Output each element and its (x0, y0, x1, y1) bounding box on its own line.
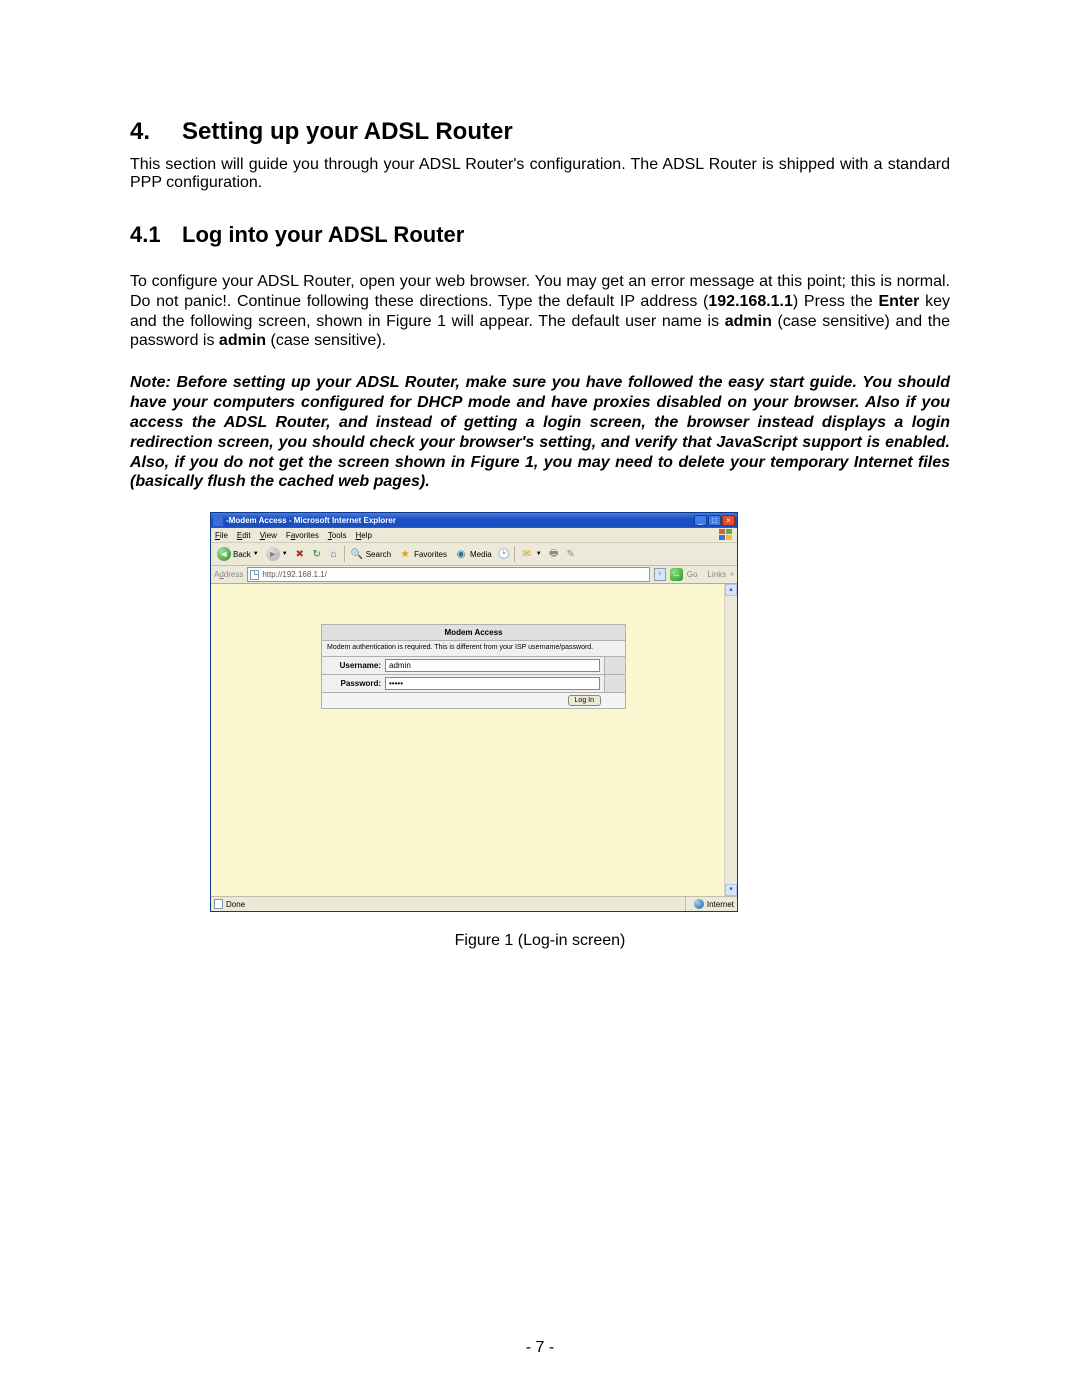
scroll-down-icon[interactable]: ▾ (725, 884, 737, 896)
scroll-up-icon[interactable]: ▴ (725, 584, 737, 596)
username-input[interactable]: admin (385, 659, 600, 672)
history-icon[interactable]: 🕑 (497, 547, 511, 561)
chevron-down-icon: ▼ (253, 551, 259, 557)
mail-button[interactable]: ✉▼ (518, 546, 544, 562)
password-input[interactable]: ••••• (385, 677, 600, 690)
go-button[interactable]: → (670, 568, 683, 581)
note-text: Note: Before setting up your ADSL Router… (130, 373, 950, 492)
forward-button[interactable]: ► ▼ (264, 546, 290, 562)
back-icon: ◄ (217, 547, 231, 561)
refresh-icon[interactable]: ↻ (310, 547, 324, 561)
menu-file[interactable]: File (215, 531, 228, 540)
app-icon (213, 516, 223, 526)
address-dropdown[interactable]: v (654, 568, 666, 581)
forward-icon: ► (266, 547, 280, 561)
menubar: File Edit View Favorites Tools Help (211, 528, 737, 543)
login-header: Modem Access (321, 624, 626, 641)
links-label[interactable]: Links (707, 570, 726, 579)
stop-icon[interactable]: ✖ (293, 547, 307, 561)
print-icon[interactable]: 🖶 (547, 547, 561, 561)
windows-logo-icon (719, 529, 733, 541)
chevron-down-icon: ▼ (282, 551, 288, 557)
intro-text: This section will guide you through your… (130, 156, 950, 192)
menu-help[interactable]: Help (356, 531, 372, 540)
star-icon: ★ (398, 547, 412, 561)
page-number: - 7 - (0, 1339, 1080, 1357)
home-icon[interactable]: ⌂ (327, 547, 341, 561)
favorites-button[interactable]: ★Favorites (396, 546, 449, 562)
media-button[interactable]: ◉Media (452, 546, 494, 562)
page-icon (214, 899, 223, 909)
search-button[interactable]: 🔍Search (348, 546, 393, 562)
window-title: -Modem Access - Microsoft Internet Explo… (226, 516, 694, 525)
menu-edit[interactable]: Edit (237, 531, 251, 540)
username-label: Username: (322, 658, 385, 673)
address-bar: Address http://192.168.1.1/ v → Go Links… (211, 566, 737, 584)
titlebar: -Modem Access - Microsoft Internet Explo… (211, 513, 737, 528)
menu-tools[interactable]: Tools (328, 531, 347, 540)
figure-caption: Figure 1 (Log-in screen) (130, 932, 950, 950)
statusbar: Done Internet (211, 896, 737, 911)
menu-view[interactable]: View (260, 531, 277, 540)
media-icon: ◉ (454, 547, 468, 561)
mail-icon: ✉ (520, 547, 534, 561)
edit-icon[interactable]: ✎ (564, 547, 578, 561)
scrollbar[interactable]: ▴ ▾ (724, 584, 737, 896)
search-icon: 🔍 (350, 547, 364, 561)
go-label: Go (687, 570, 698, 579)
page-icon (250, 570, 259, 580)
section-number: 4. (130, 118, 182, 146)
close-button[interactable]: × (722, 515, 735, 526)
password-label: Password: (322, 676, 385, 691)
page-content: ▴ ▾ Modem Access Modem authentication is… (211, 584, 737, 896)
login-button[interactable]: Log In (568, 695, 601, 706)
subsection-title: Log into your ADSL Router (182, 222, 464, 248)
browser-window: -Modem Access - Microsoft Internet Explo… (210, 512, 738, 912)
login-message: Modem authentication is required. This i… (321, 641, 626, 656)
login-form: Modem Access Modem authentication is req… (321, 624, 626, 708)
toolbar: ◄ Back ▼ ► ▼ ✖ ↻ ⌂ 🔍Search ★Favorites ◉M… (211, 543, 737, 566)
globe-icon (694, 899, 704, 909)
subsection-number: 4.1 (130, 222, 182, 248)
chevron-down-icon: ▼ (536, 551, 542, 557)
zone-text: Internet (707, 900, 734, 909)
address-label: Address (214, 570, 243, 579)
menu-favorites[interactable]: Favorites (286, 531, 319, 540)
paragraph-1: To configure your ADSL Router, open your… (130, 272, 950, 351)
status-text: Done (226, 900, 245, 909)
maximize-button[interactable]: □ (708, 515, 721, 526)
back-button[interactable]: ◄ Back ▼ (215, 546, 261, 562)
minimize-button[interactable]: _ (694, 515, 707, 526)
section-title: Setting up your ADSL Router (182, 118, 513, 146)
address-input[interactable]: http://192.168.1.1/ (247, 567, 649, 582)
